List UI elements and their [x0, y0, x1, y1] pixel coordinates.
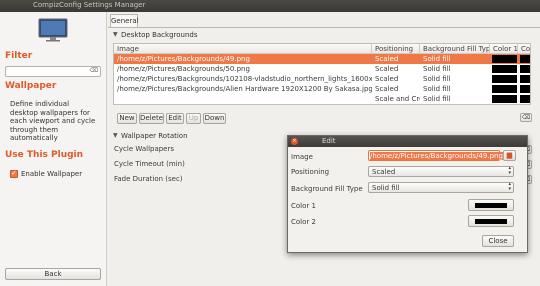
fill-type-label: Background Fill Type — [291, 185, 363, 193]
updown-icon: ▴ ▾ — [508, 181, 511, 192]
color2-swatch — [520, 55, 530, 63]
color2-swatch — [520, 95, 530, 103]
wallpaper-rotation-heading: Wallpaper Rotation — [121, 132, 188, 140]
color1-swatch — [475, 203, 507, 208]
color2-swatch — [520, 65, 530, 73]
table-row[interactable]: /home/z/Pictures/Backgrounds/Alien Hardw… — [114, 84, 530, 94]
edit-dialog: × Edit Image /home/z/Pictures/Background… — [287, 135, 528, 253]
color2-label: Color 2 — [291, 218, 316, 226]
cycle-wallpapers-label: Cycle Wallpapers — [114, 145, 175, 153]
reset-backgrounds-button[interactable]: ⌫ — [520, 113, 532, 122]
backgrounds-table: Image Positioning Background Fill Type C… — [113, 43, 531, 105]
title-bar: CompizConfig Settings Manager — [0, 0, 540, 12]
table-row[interactable]: /home/z/Pictures/Backgrounds/49.png Scal… — [114, 54, 530, 64]
image-cell: /home/z/Pictures/Backgrounds/102108-vlad… — [117, 75, 372, 83]
back-button[interactable]: Back — [5, 268, 101, 280]
image-cell — [114, 94, 372, 104]
fill-cell: Solid fill — [423, 55, 451, 63]
fill-type-value: Solid fill — [372, 184, 400, 192]
expander-arrow-icon[interactable]: ▼ — [113, 132, 118, 139]
image-label: Image — [291, 153, 313, 161]
image-cell: /home/z/Pictures/Backgrounds/50.png — [117, 65, 250, 73]
column-header-color2[interactable]: Colo — [518, 44, 530, 54]
color2-button[interactable] — [468, 215, 514, 227]
color2-swatch — [520, 75, 530, 83]
edit-button[interactable]: Edit — [166, 113, 184, 124]
check-icon: ✓ — [11, 169, 17, 177]
monitor-icon — [38, 18, 68, 42]
fill-type-dropdown[interactable]: Solid fill ▴ ▾ — [368, 182, 514, 193]
column-header-positioning[interactable]: Positioning — [372, 44, 420, 54]
positioning-cell: Scale and Crop — [375, 95, 420, 103]
column-header-fill-type[interactable]: Background Fill Type — [420, 44, 490, 54]
table-row[interactable]: /home/z/Pictures/Backgrounds/50.png Scal… — [114, 64, 530, 74]
desktop-backgrounds-heading: Desktop Backgrounds — [121, 31, 198, 39]
column-header-color1[interactable]: Color 1 — [490, 44, 518, 54]
plugin-description: Define individual desktop wallpapers for… — [10, 100, 96, 142]
positioning-dropdown[interactable]: Scaled ▴ ▾ — [368, 166, 514, 177]
updown-icon: ▴ ▾ — [508, 165, 511, 176]
color1-swatch — [492, 55, 517, 63]
use-plugin-heading: Use This Plugin — [5, 150, 84, 160]
dialog-title: Edit — [322, 137, 336, 145]
color1-swatch — [492, 75, 517, 83]
color1-swatch — [492, 95, 517, 103]
filter-input[interactable]: ⌫ — [5, 66, 101, 77]
positioning-cell: Scaled — [375, 55, 399, 63]
fade-duration-label: Fade Duration (sec) — [114, 175, 183, 183]
fill-cell: Solid fill — [423, 95, 451, 103]
color2-swatch — [520, 85, 530, 93]
delete-button[interactable]: Delete — [139, 113, 164, 124]
positioning-cell: Scaled — [375, 75, 399, 83]
window-title: CompizConfig Settings Manager — [33, 1, 146, 9]
fill-cell: Solid fill — [423, 75, 451, 83]
positioning-value: Scaled — [372, 168, 396, 176]
reset-icon: ⌫ — [521, 114, 531, 121]
positioning-cell: Scaled — [375, 65, 399, 73]
clear-icon[interactable]: ⌫ — [90, 67, 98, 74]
tab-general[interactable]: General — [110, 14, 139, 27]
plugin-heading: Wallpaper — [5, 81, 57, 91]
dialog-title-bar: × Edit — [288, 136, 527, 147]
new-button[interactable]: New — [117, 113, 137, 124]
positioning-label: Positioning — [291, 168, 330, 176]
color2-swatch — [475, 219, 507, 224]
folder-icon: ▆ — [506, 151, 513, 159]
table-row[interactable]: Scale and Crop Solid fill — [114, 94, 530, 104]
dialog-close-icon[interactable]: × — [291, 138, 298, 145]
fill-cell: Solid fill — [423, 85, 451, 93]
down-button[interactable]: Down — [203, 113, 226, 124]
image-field[interactable]: /home/z/Pictures/Backgrounds/49.png — [368, 150, 503, 161]
up-button[interactable]: Up — [186, 113, 201, 124]
fill-cell: Solid fill — [423, 65, 451, 73]
table-row[interactable]: /home/z/Pictures/Backgrounds/102108-vlad… — [114, 74, 530, 84]
color1-swatch — [492, 65, 517, 73]
color1-label: Color 1 — [291, 202, 316, 210]
cycle-timeout-label: Cycle Timeout (min) — [114, 160, 185, 168]
browse-button[interactable]: ▆ — [503, 150, 516, 161]
image-cell: /home/z/Pictures/Backgrounds/Alien Hardw… — [117, 85, 372, 93]
column-header-image[interactable]: Image — [114, 44, 372, 54]
image-field-value: /home/z/Pictures/Backgrounds/49.png — [370, 152, 503, 160]
enable-checkbox[interactable]: ✓ — [10, 169, 18, 178]
positioning-cell: Scaled — [375, 85, 399, 93]
filter-heading: Filter — [5, 51, 33, 61]
expander-arrow-icon[interactable]: ▼ — [113, 31, 118, 38]
close-button[interactable]: Close — [482, 235, 514, 247]
image-cell: /home/z/Pictures/Backgrounds/49.png — [117, 55, 250, 63]
enable-label: Enable Wallpaper — [21, 170, 83, 178]
color1-button[interactable] — [468, 199, 514, 211]
color1-swatch — [492, 85, 517, 93]
